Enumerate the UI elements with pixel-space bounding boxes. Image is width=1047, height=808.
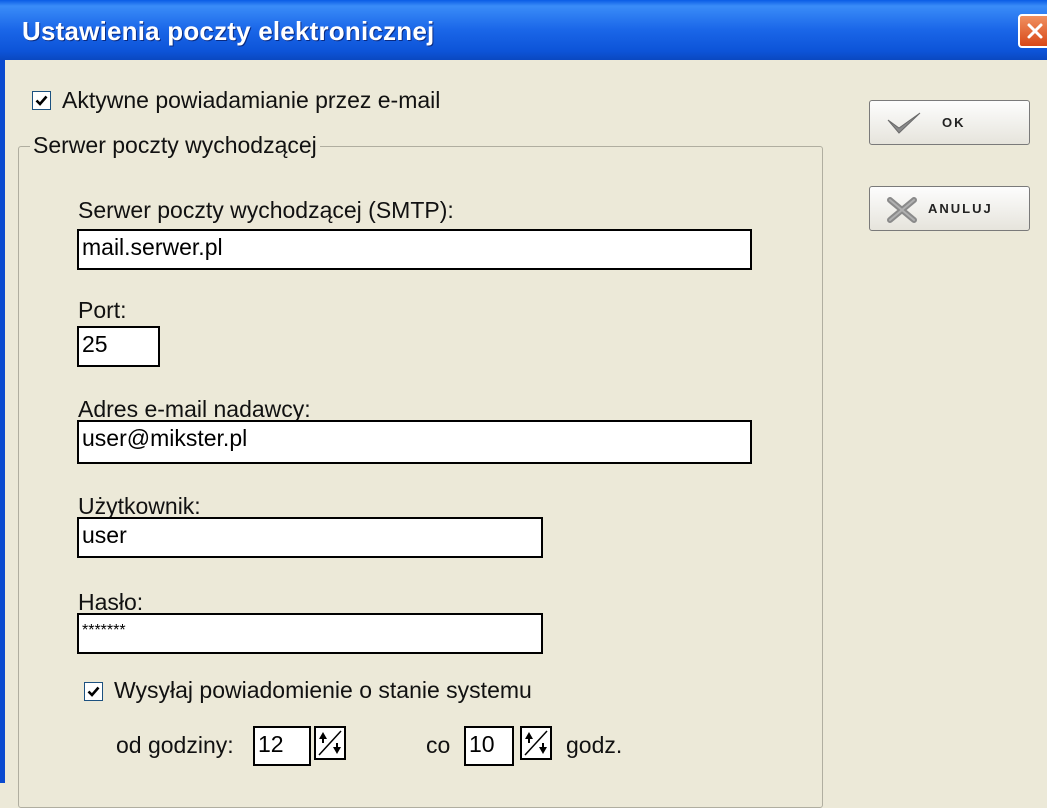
spin-arrows-icon	[524, 730, 548, 756]
sender-email-input[interactable]: user@mikster.pl	[77, 420, 752, 464]
username-input[interactable]: user	[77, 517, 543, 558]
ok-button[interactable]: OK	[869, 100, 1030, 145]
interval-label: co	[426, 732, 451, 758]
spin-arrows-icon	[318, 730, 342, 756]
window-title: Ustawienia poczty elektronicznej	[22, 16, 435, 46]
password-label: Hasło:	[78, 589, 144, 615]
password-input[interactable]: *******	[77, 613, 543, 654]
status-checkbox[interactable]	[84, 682, 103, 701]
interval-unit-label: godz.	[566, 732, 623, 758]
ok-label: OK	[942, 115, 966, 130]
interval-input[interactable]: 10	[464, 726, 514, 766]
checkmark-icon	[35, 95, 48, 106]
smtp-label: Serwer poczty wychodzącej (SMTP):	[78, 197, 454, 223]
from-hour-spinner[interactable]	[314, 726, 346, 760]
group-legend: Serwer poczty wychodzącej	[30, 132, 320, 159]
notify-checkbox[interactable]	[32, 91, 51, 110]
sender-label: Adres e-mail nadawcy:	[78, 396, 311, 422]
port-label: Port:	[78, 297, 127, 323]
from-hour-label: od godziny:	[116, 732, 234, 758]
user-label: Użytkownik:	[78, 493, 201, 519]
checkmark-icon	[887, 112, 921, 134]
checkmark-icon	[87, 686, 100, 697]
status-label: Wysyłaj powiadomienie o stanie systemu	[114, 677, 532, 703]
window-frame	[0, 60, 5, 783]
title-bar: Ustawienia poczty elektronicznej	[0, 0, 1047, 60]
close-button[interactable]	[1018, 14, 1047, 48]
interval-spinner[interactable]	[520, 726, 552, 760]
cancel-button[interactable]: ANULUJ	[869, 186, 1030, 231]
notify-label: Aktywne powiadamianie przez e-mail	[62, 87, 441, 113]
close-icon	[1027, 23, 1043, 39]
cancel-label: ANULUJ	[928, 201, 993, 216]
from-hour-input[interactable]: 12	[253, 726, 311, 766]
port-input[interactable]: 25	[77, 326, 160, 367]
smtp-input[interactable]: mail.serwer.pl	[77, 229, 752, 270]
cross-icon	[887, 197, 917, 223]
